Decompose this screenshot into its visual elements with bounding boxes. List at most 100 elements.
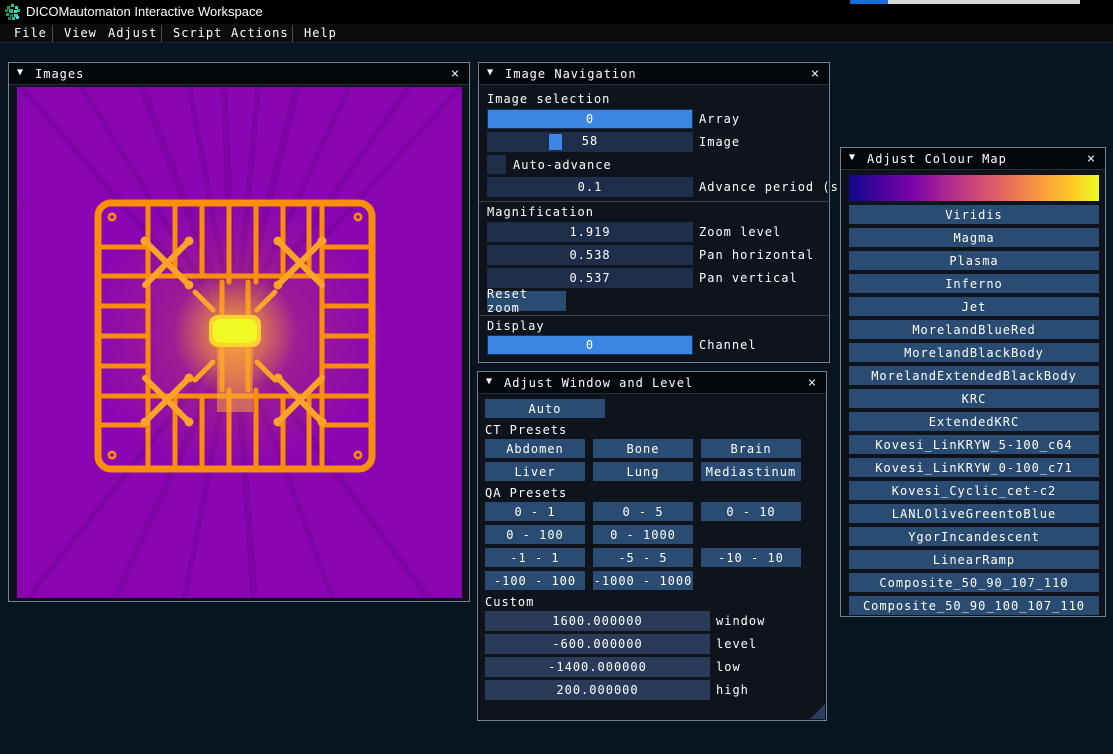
pan-vertical-value: 0.537 <box>569 271 610 285</box>
custom-high-input[interactable]: 200.000000 <box>485 680 710 700</box>
qa-0-100-button[interactable]: 0 - 100 <box>485 525 585 544</box>
colourmap-morelandblackbody-button[interactable]: MorelandBlackBody <box>849 343 1099 362</box>
collapse-icon[interactable]: ▼ <box>486 376 492 387</box>
image-selection-label: Image selection <box>487 92 610 106</box>
close-icon[interactable]: × <box>804 375 820 391</box>
preset-label: Bone <box>627 442 660 456</box>
colourmap-label: Jet <box>962 300 987 314</box>
zoom-level-value: 1.919 <box>569 225 610 239</box>
colourmap-kovesi-cyclic-cet-c2-button[interactable]: Kovesi_Cyclic_cet-c2 <box>849 481 1099 500</box>
custom-level-label: level <box>716 637 757 651</box>
preset-abdomen-button[interactable]: Abdomen <box>485 439 585 458</box>
colourmap-linearramp-button[interactable]: LinearRamp <box>849 550 1099 569</box>
images-panel: ▼ Images × <box>8 62 470 602</box>
colourmap-label: LANLOliveGreentoBlue <box>892 507 1057 521</box>
custom-low-input[interactable]: -1400.000000 <box>485 657 710 677</box>
colourmap-composite-50-90-107-110-button[interactable]: Composite_50_90_107_110 <box>849 573 1099 592</box>
colourmap-kovesi-linkryw-0-100-c71-button[interactable]: Kovesi_LinKRYW_0-100_c71 <box>849 458 1099 477</box>
close-icon[interactable]: × <box>447 66 463 82</box>
resize-grip[interactable] <box>810 704 825 719</box>
auto-button[interactable]: Auto <box>485 399 605 418</box>
menu-adjust[interactable]: Adjust <box>108 26 157 40</box>
colourmap-label: LinearRamp <box>933 553 1015 567</box>
top-progress-segment <box>850 0 888 4</box>
colourmap-kovesi-linkryw-5-100-c64-button[interactable]: Kovesi_LinKRYW_5-100_c64 <box>849 435 1099 454</box>
preset-label: -100 - 100 <box>494 574 576 588</box>
menu-help[interactable]: Help <box>304 26 337 40</box>
zoom-level-input[interactable]: 1.919 <box>487 222 693 242</box>
custom-high-label: high <box>716 683 749 697</box>
ct-presets-label: CT Presets <box>485 423 567 437</box>
image-navigation-panel: ▼ Image Navigation × Image selection 0 A… <box>478 62 830 363</box>
colourmap-plasma-button[interactable]: Plasma <box>849 251 1099 270</box>
reset-zoom-button[interactable]: Reset zoom <box>487 291 566 311</box>
preset-liver-button[interactable]: Liver <box>485 462 585 481</box>
qa-neg1000-1000-button[interactable]: -1000 - 1000 <box>593 571 693 590</box>
ct-image <box>17 87 462 598</box>
qa-0-10-button[interactable]: 0 - 10 <box>701 502 801 521</box>
menu-file[interactable]: File <box>14 26 47 40</box>
pan-horizontal-input[interactable]: 0.538 <box>487 245 693 265</box>
preset-bone-button[interactable]: Bone <box>593 439 693 458</box>
colourmap-label: KRC <box>962 392 987 406</box>
preset-lung-button[interactable]: Lung <box>593 462 693 481</box>
colourmap-label: Composite_50_90_107_110 <box>879 576 1068 590</box>
qa-0-1000-button[interactable]: 0 - 1000 <box>593 525 693 544</box>
auto-advance-checkbox[interactable] <box>487 155 506 174</box>
pan-vertical-input[interactable]: 0.537 <box>487 268 693 288</box>
colourmap-morelandextendedblackbody-button[interactable]: MorelandExtendedBlackBody <box>849 366 1099 385</box>
qa-0-1-button[interactable]: 0 - 1 <box>485 502 585 521</box>
colourmap-jet-button[interactable]: Jet <box>849 297 1099 316</box>
advance-period-input[interactable]: 0.1 <box>487 177 693 197</box>
colourmap-magma-button[interactable]: Magma <box>849 228 1099 247</box>
colourmap-label: Plasma <box>949 254 998 268</box>
custom-label: Custom <box>485 595 534 609</box>
preset-mediastinum-button[interactable]: Mediastinum <box>701 462 801 481</box>
menu-script[interactable]: Script <box>173 26 222 40</box>
reset-zoom-label: Reset zoom <box>487 287 566 315</box>
menu-separator <box>52 25 53 42</box>
close-icon[interactable]: × <box>807 66 823 82</box>
colourmap-krc-button[interactable]: KRC <box>849 389 1099 408</box>
menu-actions[interactable]: Actions <box>231 26 289 40</box>
qa-neg5-5-button[interactable]: -5 - 5 <box>593 548 693 567</box>
colourmap-titlebar[interactable]: ▼ Adjust Colour Map × <box>841 148 1105 170</box>
colourmap-viridis-button[interactable]: Viridis <box>849 205 1099 224</box>
window-level-titlebar[interactable]: ▼ Adjust Window and Level × <box>478 372 826 394</box>
preset-label: 0 - 10 <box>726 505 775 519</box>
custom-window-input[interactable]: 1600.000000 <box>485 611 710 631</box>
collapse-icon[interactable]: ▼ <box>487 67 493 78</box>
magnification-label: Magnification <box>487 205 594 219</box>
array-value: 0 <box>586 112 594 126</box>
collapse-icon[interactable]: ▼ <box>849 152 855 163</box>
image-navigation-titlebar[interactable]: ▼ Image Navigation × <box>479 63 829 85</box>
array-label: Array <box>699 112 740 126</box>
separator <box>479 201 831 202</box>
colourmap-panel: ▼ Adjust Colour Map × Viridis Magma Plas… <box>840 147 1106 617</box>
menu-view[interactable]: View <box>64 26 97 40</box>
images-panel-titlebar[interactable]: ▼ Images × <box>9 63 469 85</box>
custom-level-input[interactable]: -600.000000 <box>485 634 710 654</box>
image-slider[interactable]: 58 <box>487 132 693 152</box>
colourmap-extendedkrc-button[interactable]: ExtendedKRC <box>849 412 1099 431</box>
qa-0-5-button[interactable]: 0 - 5 <box>593 502 693 521</box>
advance-period-label: Advance period (s) <box>699 180 847 194</box>
pan-vertical-label: Pan vertical <box>699 271 798 285</box>
colourmap-composite-50-90-100-107-110-button[interactable]: Composite_50_90_100_107_110 <box>849 596 1099 615</box>
top-progress-track <box>888 0 1080 4</box>
colourmap-lanlolivegreentoblue-button[interactable]: LANLOliveGreentoBlue <box>849 504 1099 523</box>
close-icon[interactable]: × <box>1083 151 1099 167</box>
array-slider[interactable]: 0 <box>487 109 693 129</box>
channel-slider[interactable]: 0 <box>487 335 693 355</box>
colourmap-morelandbluered-button[interactable]: MorelandBlueRed <box>849 320 1099 339</box>
colourmap-ygorincandescent-button[interactable]: YgorIncandescent <box>849 527 1099 546</box>
qa-neg1-1-button[interactable]: -1 - 1 <box>485 548 585 567</box>
preset-brain-button[interactable]: Brain <box>701 439 801 458</box>
qa-neg100-100-button[interactable]: -100 - 100 <box>485 571 585 590</box>
collapse-icon[interactable]: ▼ <box>17 67 23 78</box>
qa-neg10-10-button[interactable]: -10 - 10 <box>701 548 801 567</box>
image-viewport[interactable] <box>17 87 462 598</box>
preset-label: -1 - 1 <box>510 551 559 565</box>
colourmap-inferno-button[interactable]: Inferno <box>849 274 1099 293</box>
colourmap-label: Inferno <box>945 277 1003 291</box>
